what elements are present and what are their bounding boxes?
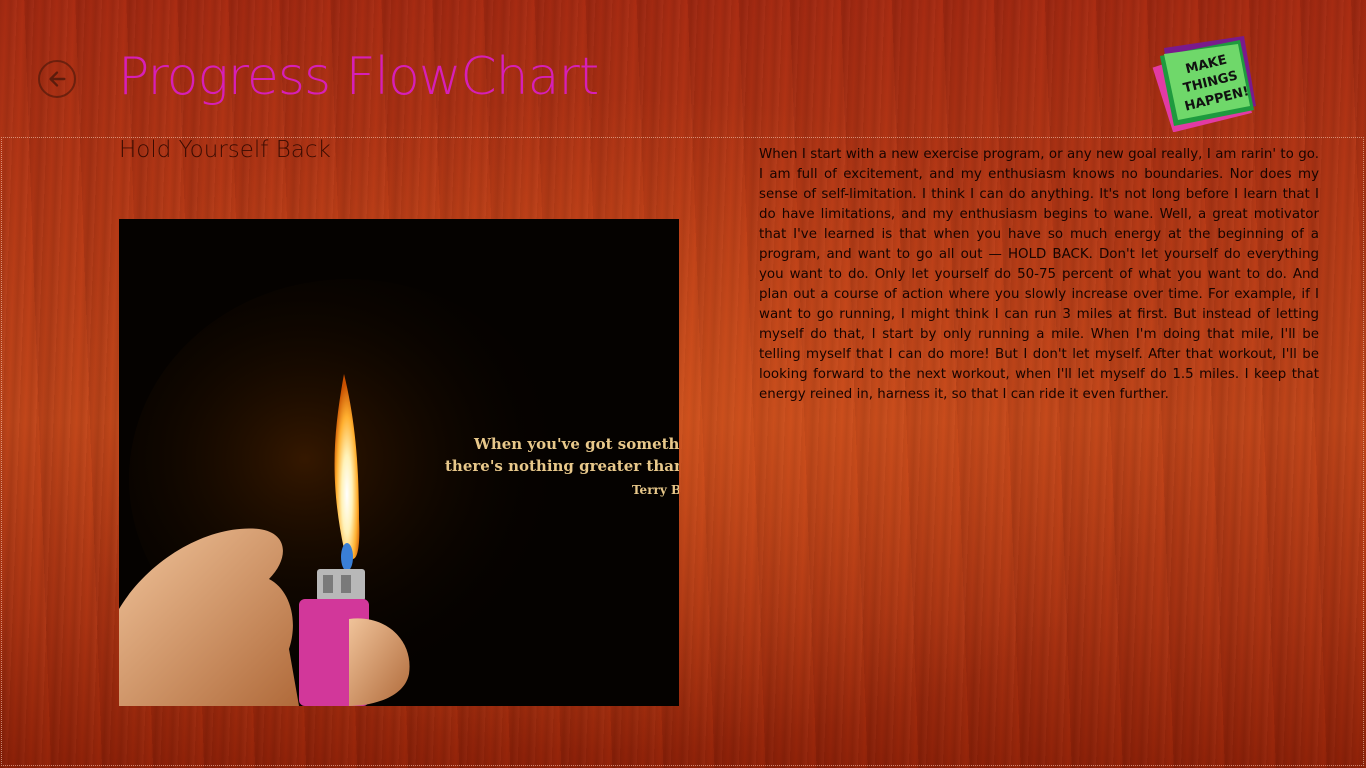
back-button[interactable] [38, 60, 76, 98]
svg-text:Terry Br: Terry Br [632, 483, 679, 497]
article-body: When I start with a new exercise program… [759, 147, 1319, 402]
make-things-happen-logo: MAKE THINGS HAPPEN! [1150, 30, 1262, 133]
svg-text:there's nothing greater than a: there's nothing greater than a chal [445, 457, 679, 475]
article-heading: Hold Yourself Back [119, 137, 331, 163]
back-arrow-icon [49, 71, 66, 87]
page-title: Progress FlowChart [118, 47, 599, 107]
svg-text:When you've got something to: When you've got something to [473, 435, 679, 453]
article-image: When you've got something to there's not… [119, 219, 679, 706]
